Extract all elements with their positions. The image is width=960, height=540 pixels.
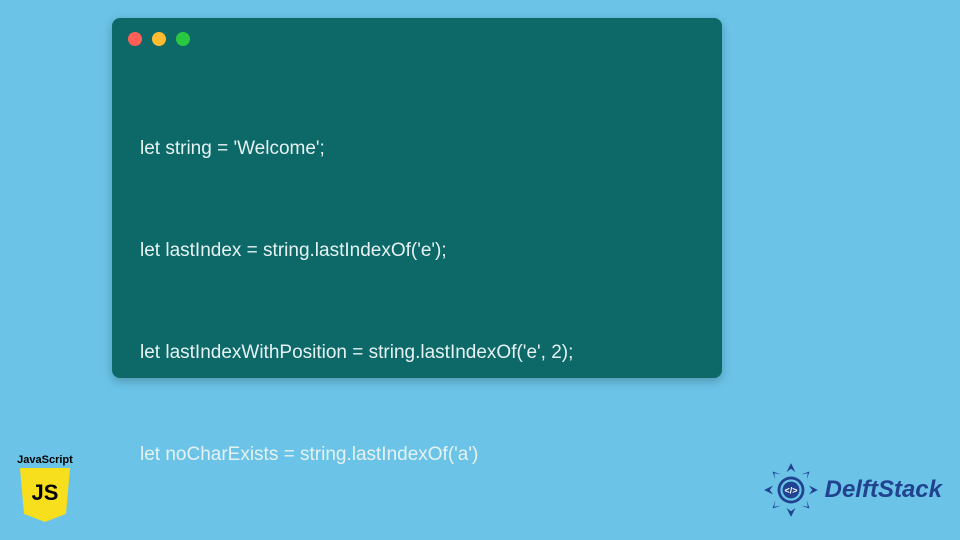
code-window: let string = 'Welcome'; let lastIndex = … — [112, 18, 722, 378]
code-line: let string = 'Welcome'; — [140, 132, 702, 166]
javascript-shield-text: JS — [32, 480, 59, 506]
code-block: let string = 'Welcome'; let lastIndex = … — [140, 64, 702, 362]
javascript-shield-icon: JS — [20, 468, 70, 522]
delftstack-logo: </> DelftStack — [763, 462, 942, 518]
window-controls — [128, 32, 190, 46]
code-line: let noCharExists = string.lastIndexOf('a… — [140, 438, 702, 472]
code-line: let lastIndex = string.lastIndexOf('e'); — [140, 234, 702, 268]
code-line: let lastIndexWithPosition = string.lastI… — [140, 336, 702, 370]
minimize-icon[interactable] — [152, 32, 166, 46]
delftstack-badge-icon: </> — [763, 462, 819, 518]
svg-text:</>: </> — [784, 485, 797, 495]
javascript-badge: JavaScript JS — [14, 454, 76, 522]
javascript-label: JavaScript — [17, 454, 73, 466]
delftstack-text: DelftStack — [825, 476, 942, 504]
close-icon[interactable] — [128, 32, 142, 46]
maximize-icon[interactable] — [176, 32, 190, 46]
